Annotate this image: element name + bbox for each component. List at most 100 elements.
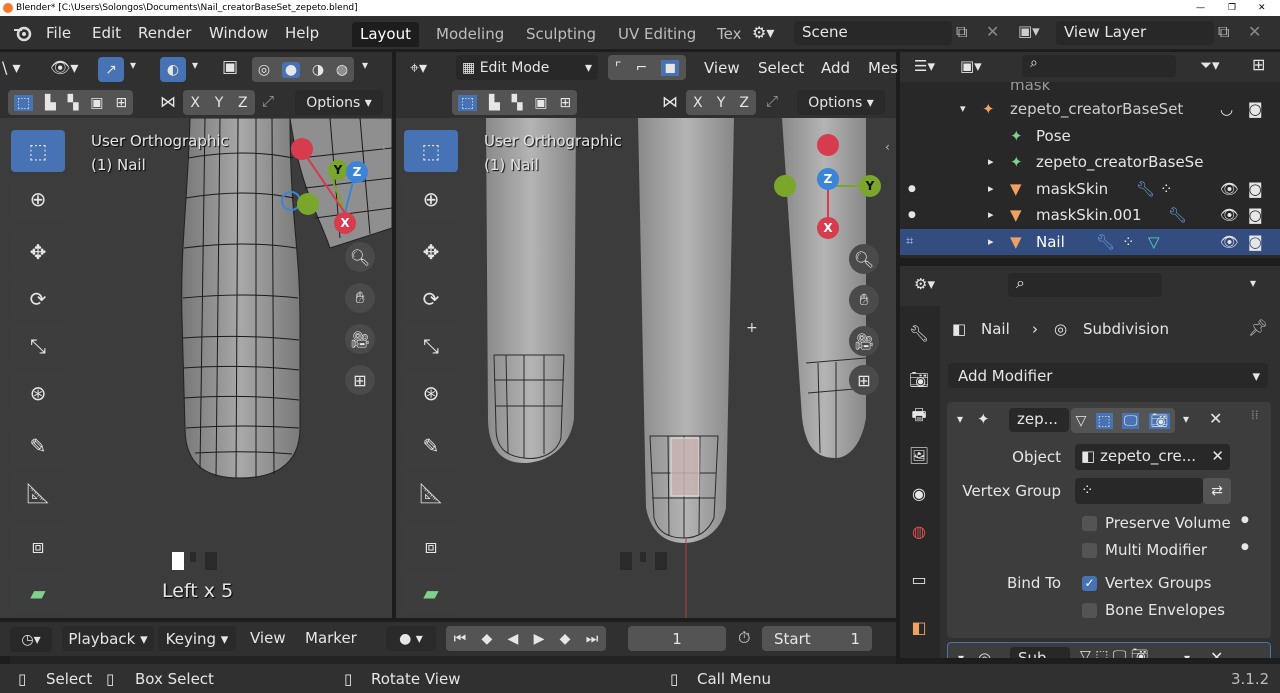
vertex-select-icon[interactable]: ⌜ [615,60,622,76]
gizmo-x-axis[interactable]: X [817,217,839,239]
camera-icon[interactable]: 🎥︎ [345,324,375,354]
chevron-down-icon[interactable]: ▾ [192,58,198,72]
select-new-icon[interactable]: ⬚ [457,94,478,111]
tool-cursor[interactable]: ⊕ [11,178,65,220]
properties-editor-icon[interactable]: ⚙▾ [914,275,935,293]
prev-keyframe-icon[interactable]: ◆ [482,631,493,647]
gizmo-neg-y-icon[interactable] [297,193,319,215]
edge-select-icon[interactable]: ⌐ [636,60,648,76]
snap-icon[interactable]: ⤢ [262,92,274,110]
xray-icon[interactable]: ▣ [222,57,238,77]
zoom-icon[interactable]: 🔍︎ [849,244,879,274]
outliner-row-armature-data[interactable]: ▸ ✦ zepeto_creatorBaseSe [900,149,1280,175]
gizmo-neg-x-icon[interactable] [291,138,313,160]
delete-modifier-icon[interactable]: ✕ [1209,409,1222,428]
auto-keying-record-icon[interactable]: ● ▾ [386,626,436,651]
select-extend-icon[interactable]: ▙ [45,95,56,111]
modifier-wrench-icon[interactable]: 🔧︎ [1096,229,1115,255]
grid-ortho-icon[interactable]: ⊞ [345,365,375,395]
tool-annotate[interactable]: ✎ [404,425,458,467]
gizmo-z-axis[interactable]: Z [346,161,368,183]
collection-tab-icon[interactable]: ▭ [906,566,932,592]
tool-extrude[interactable]: ▰ [11,573,65,613]
modifier-display-toggles[interactable]: ▽ ⬚ 🖵 📷︎ [1071,408,1175,433]
gizmo-y-axis[interactable]: Y [328,160,348,180]
current-frame-field[interactable]: 1 [628,626,726,651]
bone-envelopes-checkbox[interactable] [1082,603,1097,618]
material-shading-icon[interactable]: ◑ [312,62,324,78]
collapse-arrow-icon[interactable]: ▾ [958,651,964,658]
modifier-display-toggles[interactable]: ▽ ⬚ 🖵 📷︎ [1080,648,1149,658]
editor-type-icon[interactable]: ⌖▾ [410,58,427,78]
visibility-eye-icon[interactable]: 👁▾ [50,58,78,77]
jump-end-icon[interactable]: ⏭ [586,631,599,647]
selection-mode-buttons[interactable]: ⬚ ▙ ▚ ▣ ⊞ [8,90,133,115]
axis-y-toggle[interactable]: Y [717,95,726,111]
close-window-icon[interactable]: ✕ [1258,0,1266,16]
chevron-down-icon[interactable]: ▾ [130,58,136,72]
menu-add[interactable]: Add [821,59,850,77]
vertex-groups-checkbox[interactable]: ✓ [1082,576,1097,591]
expand-arrow-icon[interactable]: ▾ [960,96,966,122]
clear-field-icon[interactable]: ✕ [1211,447,1224,465]
object-field[interactable]: ◧ zepeto_cre... ✕ [1075,444,1230,470]
gizmo-neg-x-icon[interactable] [817,134,839,156]
menu-help[interactable]: Help [285,24,319,42]
gizmo-x-axis[interactable]: X [334,212,356,234]
multi-modifier-checkbox[interactable] [1082,543,1097,558]
render-display-icon[interactable]: 📷︎ [1148,412,1171,429]
grid-ortho-icon[interactable]: ⊞ [849,365,879,395]
tab-texture[interactable]: Tex [709,22,749,47]
view-layer-field[interactable]: View Layer [1056,21,1214,45]
mirror-icon[interactable]: ⋈ [160,92,176,111]
blender-icon[interactable] [12,24,34,42]
chevron-down-icon[interactable]: ◡ [1220,96,1233,122]
outliner-row-maskskin001[interactable]: ● ▸ ▼ maskSkin.001 🔧︎ 👁 ◙ [900,202,1280,228]
tool-scale[interactable]: ⤡ [11,325,65,367]
options-dropdown[interactable]: Options ▾ [797,90,885,115]
tab-uv-editing[interactable]: UV Editing [610,22,704,47]
chevron-down-icon[interactable]: ▾ [1250,276,1256,290]
chevron-down-icon[interactable]: ▾ [1183,412,1189,426]
render-tab-icon[interactable]: 📷︎ [906,366,932,392]
on-cage-icon[interactable]: ▽ [1076,413,1087,429]
select-invert-icon[interactable]: ▣ [534,95,547,111]
new-scene-icon[interactable]: ⧉ [956,22,967,42]
expand-arrow-icon[interactable]: ▸ [988,149,994,175]
visibility-eye-icon[interactable]: 👁 [1220,202,1239,228]
gizmo-y-axis[interactable]: Y [859,175,881,197]
axis-x-toggle[interactable]: X [190,95,200,111]
tool-cursor[interactable]: ⊕ [404,178,458,220]
tab-layout[interactable]: Layout [352,22,419,47]
tool-select-box[interactable]: ⬚ [11,130,65,172]
menu-window[interactable]: Window [209,24,268,42]
collapse-arrow-icon[interactable]: ▾ [957,412,963,426]
keying-dropdown[interactable]: Keying ▾ [158,626,236,651]
tool-move[interactable]: ✥ [404,231,458,273]
world-tab-icon[interactable]: ◍ [906,518,932,544]
viewport-display-icon[interactable]: 🖵 [1121,412,1140,429]
timeline-marker-menu[interactable]: Marker [305,629,357,647]
modifier-wrench-icon[interactable]: 🔧︎ [1168,202,1187,228]
axis-y-toggle[interactable]: Y [215,95,224,111]
outliner-row-pose[interactable]: ✦ Pose [900,123,1280,149]
vertex-groups-icon[interactable]: ⁘ [1122,229,1135,255]
axis-z-toggle[interactable]: Z [238,95,248,111]
rendered-shading-icon[interactable]: ◍ [336,62,348,78]
select-new-icon[interactable]: ⬚ [13,94,34,111]
next-keyframe-icon[interactable]: ◆ [560,631,571,647]
view-layer-tab-icon[interactable]: 🖼 [906,442,932,468]
maximize-icon[interactable]: ❐ [1228,0,1236,16]
menu-select[interactable]: Select [758,59,804,77]
add-modifier-button[interactable]: Add Modifier ▾ [948,363,1268,388]
select-mode-buttons[interactable]: ⌜ ⌐ ◼ [608,55,686,80]
axis-lock[interactable]: X Y Z [686,90,756,115]
vertex-group-field[interactable]: ⁘ [1075,478,1203,504]
tool-extrude[interactable]: ▰ [404,573,458,613]
tool-measure[interactable]: 📐︎ [11,472,65,514]
overlay-toggle-icon[interactable]: ◐ [160,57,186,82]
outliner-editor-icon[interactable]: ☰▾ [914,57,935,75]
visibility-eye-icon[interactable]: 👁 [1220,176,1239,202]
view-layer-icon[interactable]: ▣▾ [1018,22,1040,40]
tab-modeling[interactable]: Modeling [428,22,512,47]
